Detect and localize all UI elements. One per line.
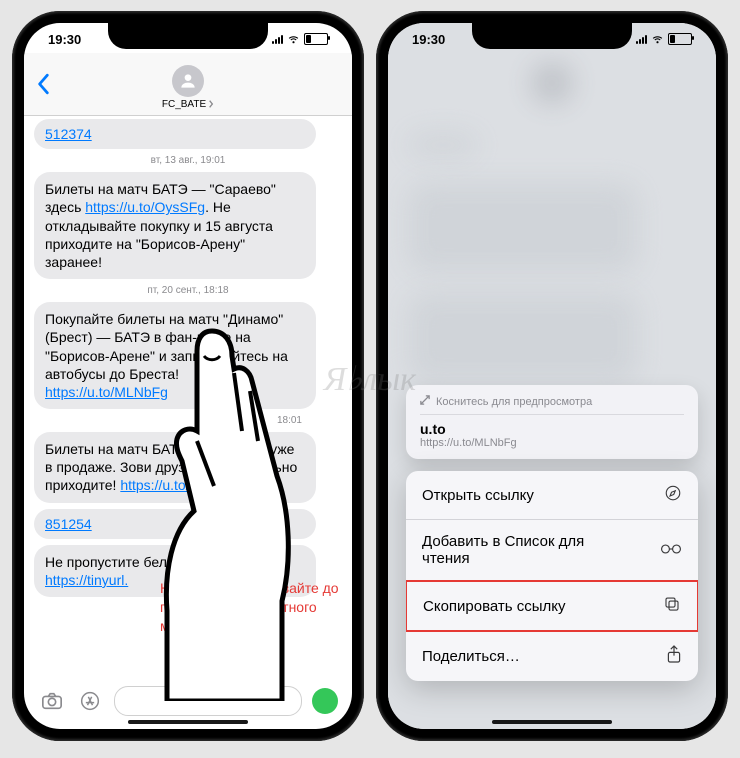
menu-reading-list[interactable]: Добавить в Список для чтения [406,520,698,581]
home-indicator[interactable] [492,720,612,724]
menu-item-label: Поделиться… [422,648,520,665]
message-bubble[interactable]: Покупайте билеты на матч "Динамо" (Брест… [34,302,316,409]
menu-copy-link[interactable]: Скопировать ссылку [406,580,698,632]
nav-bar: FC_BATE [24,53,352,116]
battery-icon [668,33,692,45]
back-button[interactable] [36,73,52,100]
wifi-icon [287,33,300,46]
copy-icon [663,595,681,617]
send-button[interactable] [312,688,338,714]
messages-list[interactable]: 512374 вт, 13 авг., 19:01 Билеты на матч… [24,115,352,681]
avatar-icon [172,65,204,97]
signal-icon [636,35,647,44]
message-bubble[interactable]: Не пропустите белорусское " https://tinyu… [34,545,316,597]
preview-url: https://u.to/MLNbFg [420,437,684,449]
screen-left: 19:30 FC_BATE [24,23,352,729]
preview-hint-text: Коснитесь для предпросмотра [436,396,592,408]
phone-left: 19:30 FC_BATE [12,11,364,741]
contact-name: FC_BATE [162,99,206,110]
share-icon [666,644,682,668]
link-preview-card[interactable]: Коснитесь для предпросмотра u.to https:/… [406,385,698,459]
timestamp: 18:01 [34,415,342,426]
sms-link[interactable]: https://u.to/r6d9Fg [120,477,234,493]
glasses-icon [660,542,682,559]
camera-button[interactable] [38,687,66,715]
menu-item-label: Добавить в Список для чтения [422,533,632,567]
context-menu-sheet: Коснитесь для предпросмотра u.to https:/… [406,385,698,681]
notch [472,23,632,49]
sms-link[interactable]: https://u.to/OysSFg [85,199,205,215]
status-time: 19:30 [412,32,445,47]
message-bubble[interactable]: 512374 [34,119,316,149]
sms-link[interactable]: https://u.to/MLNbFg [45,384,168,400]
menu-item-label: Скопировать ссылку [423,598,566,615]
message-text: Покупайте билеты на матч "Динамо" (Брест… [45,311,288,382]
screen-right: 19:30 [388,23,716,729]
timestamp: пт, 20 сент., 18:18 [34,285,342,296]
wifi-icon [651,33,664,46]
appstore-button[interactable] [76,687,104,715]
phone-right: 19:30 [376,11,728,741]
compose-bar [24,683,352,719]
compass-icon [664,484,682,506]
sms-link[interactable]: 851254 [45,516,92,532]
menu-item-label: Открыть ссылку [422,487,534,504]
status-time: 19:30 [48,32,81,47]
contact-header[interactable]: FC_BATE [162,65,214,110]
message-text: Не пропустите белорусское " [45,554,234,570]
menu-open-link[interactable]: Открыть ссылку [406,471,698,520]
sms-link[interactable]: https://tinyurl. [45,572,128,588]
battery-icon [304,33,328,45]
home-indicator[interactable] [128,720,248,724]
preview-title: u.to [420,421,684,437]
message-input[interactable] [114,686,302,716]
menu-share[interactable]: Поделиться… [406,631,698,681]
expand-icon [420,395,430,408]
notch [108,23,268,49]
signal-icon [272,35,283,44]
context-menu: Открыть ссылку Добавить в Список для чте… [406,471,698,681]
message-bubble[interactable]: Билеты на матч БАТЭ — "Сараево" здесь ht… [34,172,316,279]
sms-link[interactable]: 512374 [45,126,92,142]
message-bubble[interactable]: 851254 [34,509,316,539]
message-bubble[interactable]: Билеты на матч БАТЭ — "Гомель" уже в про… [34,432,316,503]
timestamp: вт, 13 авг., 19:01 [34,155,342,166]
